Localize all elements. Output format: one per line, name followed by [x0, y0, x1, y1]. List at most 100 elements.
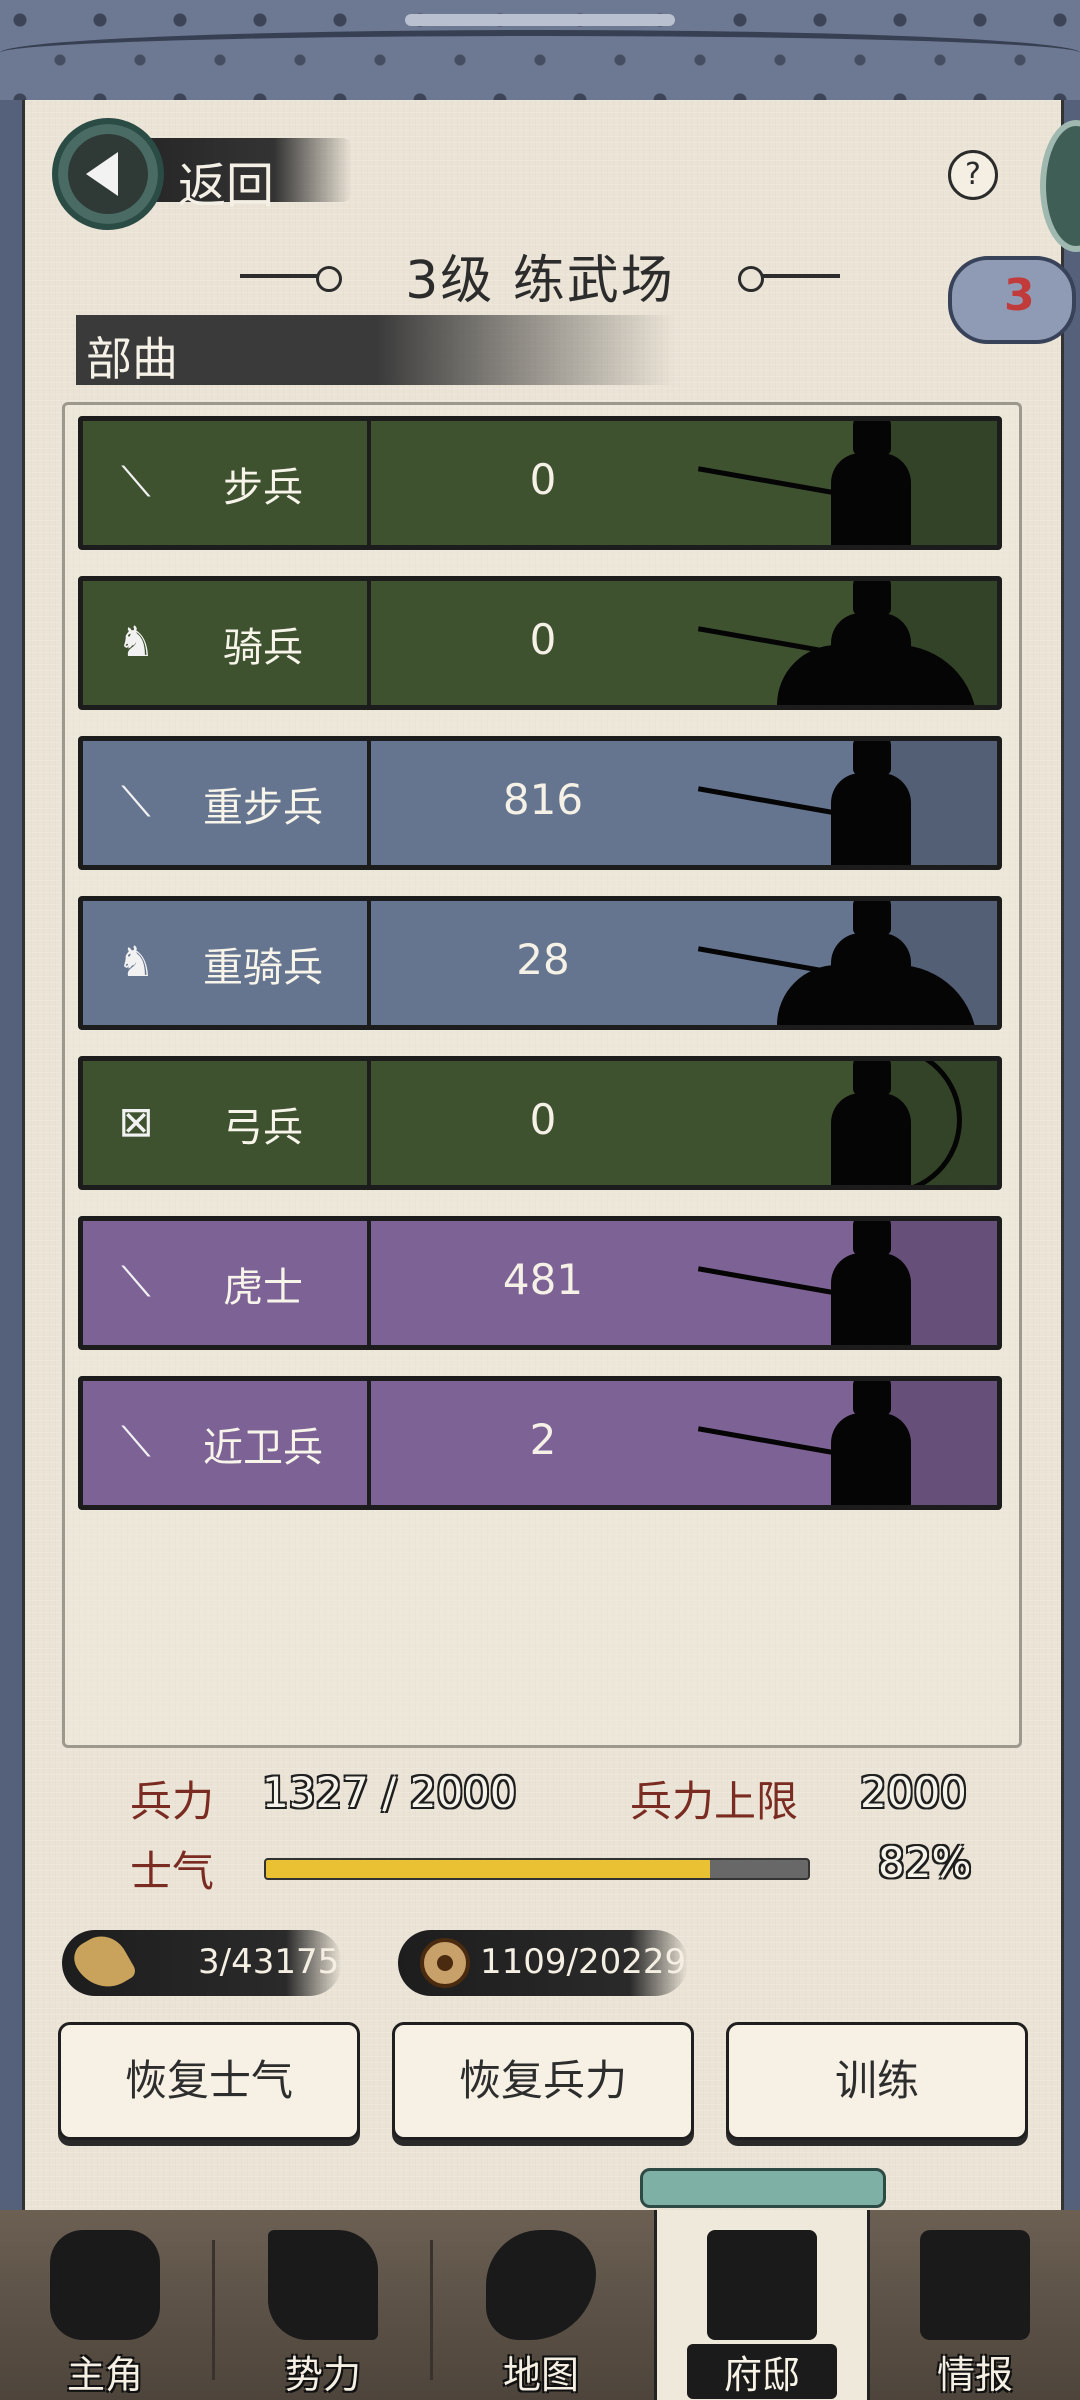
troop-silhouette: [697, 901, 977, 1025]
morale-bar: [264, 1858, 810, 1880]
troop-row[interactable]: ⟍ 近卫兵 2: [78, 1376, 1002, 1510]
coin-value: 1109/20229: [480, 1942, 687, 1982]
troop-silhouette: [697, 1381, 927, 1505]
troop-name: 重步兵: [203, 785, 323, 831]
horse-icon: ♞: [117, 617, 155, 666]
troop-silhouette: [697, 1221, 927, 1345]
status-indicator: [405, 14, 675, 26]
nav-tab-hero[interactable]: 主角: [0, 2210, 210, 2400]
banner-icon: [268, 2230, 378, 2340]
silhouette-head: [853, 741, 891, 775]
nav-tab-faction[interactable]: 势力: [218, 2210, 428, 2400]
troop-name: 骑兵: [223, 625, 303, 671]
silhouette-body: [831, 1253, 911, 1345]
silhouette-head: [853, 1221, 891, 1255]
troop-name-cell: ⟍ 近卫兵: [83, 1381, 371, 1505]
troop-row[interactable]: ♞ 重骑兵 28: [78, 896, 1002, 1030]
silhouette-body: [831, 613, 911, 705]
troop-name-cell: ⟍ 重步兵: [83, 741, 371, 865]
vine-ornament: [0, 30, 1080, 76]
nav-label-map: 地图: [502, 2353, 579, 2397]
troop-silhouette: [697, 741, 927, 865]
troop-count: 0: [529, 455, 557, 504]
grain-resource: 3/43175: [62, 1927, 342, 1999]
title-ornament-right: [738, 266, 840, 292]
troop-row[interactable]: ⟍ 步兵 0: [78, 416, 1002, 550]
silhouette-body: [831, 453, 911, 545]
troop-count: 0: [529, 1095, 557, 1144]
troop-name-cell: ⟍ 步兵: [83, 421, 371, 545]
coin-icon: [420, 1938, 470, 1988]
troop-name-cell: ⟍ 虎士: [83, 1221, 371, 1345]
silhouette-head: [853, 1381, 891, 1415]
force-cap-label: 兵力上限: [630, 1777, 799, 1826]
nav-label-hero: 主角: [66, 2353, 143, 2397]
bottom-nav: 主角 势力 地图 府邸 情报: [0, 2210, 1080, 2400]
troop-row[interactable]: ⟍ 重步兵 816: [78, 736, 1002, 870]
troop-count: 2: [529, 1415, 557, 1464]
back-button[interactable]: 返回: [52, 118, 352, 230]
troop-row[interactable]: ⊠ 弓兵 0: [78, 1056, 1002, 1190]
help-icon[interactable]: ?: [948, 150, 998, 200]
mansion-icon: [707, 2230, 817, 2340]
troop-name: 虎士: [223, 1265, 303, 1311]
troop-name: 步兵: [223, 465, 303, 511]
back-label: 返回: [178, 158, 275, 214]
troop-name: 弓兵: [223, 1105, 303, 1151]
stats-panel: 兵力 1327 / 2000 兵力上限 2000 士气 82%: [130, 1768, 971, 1896]
nav-label-faction: 势力: [284, 2353, 361, 2397]
coin-resource: 1109/20229: [398, 1930, 688, 1996]
troop-name-cell: ♞ 骑兵: [83, 581, 371, 705]
left-border: [0, 100, 22, 2210]
troop-name: 近卫兵: [203, 1425, 323, 1471]
troop-silhouette: [697, 421, 927, 545]
horse-icon: ♞: [117, 937, 155, 986]
silhouette-body: [831, 1413, 911, 1505]
force-label: 兵力: [130, 1777, 215, 1826]
troop-name: 重骑兵: [203, 945, 323, 991]
silhouette-head: [853, 581, 891, 615]
nav-tab-mansion[interactable]: 府邸: [654, 2210, 870, 2400]
grain-icon: [67, 1927, 139, 1999]
morale-fill: [266, 1860, 711, 1878]
force-value: 1327 / 2000: [262, 1768, 517, 1817]
force-cap-value: 2000: [860, 1768, 967, 1817]
troop-name-cell: ⊠ 弓兵: [83, 1061, 371, 1185]
silhouette-head: [853, 901, 891, 935]
spear-icon: ⟍: [121, 777, 151, 826]
nav-divider: [212, 2240, 215, 2380]
silhouette-body: [831, 773, 911, 865]
nav-label-mansion: 府邸: [687, 2344, 837, 2399]
restore-force-button[interactable]: 恢复兵力: [392, 2022, 694, 2140]
back-arrow-icon: [52, 118, 164, 230]
nav-divider: [430, 2240, 433, 2380]
troop-silhouette: [697, 581, 977, 705]
restore-morale-button[interactable]: 恢复士气: [58, 2022, 360, 2140]
spear-icon: ⟍: [121, 457, 151, 506]
troop-count: 816: [502, 775, 584, 824]
map-icon: [486, 2230, 596, 2340]
troop-count: 0: [529, 615, 557, 664]
bow-icon: ⊠: [118, 1097, 154, 1146]
troop-silhouette: [817, 1061, 962, 1185]
spear-icon: ⟍: [121, 1417, 151, 1466]
section-label: 部曲: [86, 332, 178, 386]
troop-count: 28: [516, 935, 570, 984]
troop-row[interactable]: ⟍ 虎士 481: [78, 1216, 1002, 1350]
nav-tab-map[interactable]: 地图: [436, 2210, 646, 2400]
hero-icon: [50, 2230, 160, 2340]
troop-row[interactable]: ♞ 骑兵 0: [78, 576, 1002, 710]
grain-value: 3/43175: [198, 1942, 340, 1982]
page-title: 3级 练武场: [405, 251, 675, 311]
nav-tab-intel[interactable]: 情报: [870, 2210, 1080, 2400]
silhouette-body: [831, 933, 911, 1025]
morale-label: 士气: [130, 1847, 215, 1896]
morale-value: 82%: [878, 1838, 972, 1887]
silhouette-head: [853, 421, 891, 455]
spear-icon: ⟍: [121, 1257, 151, 1306]
troop-count: 481: [502, 1255, 584, 1304]
train-button[interactable]: 训练: [726, 2022, 1028, 2140]
section-tag: 部曲: [76, 315, 676, 386]
active-tab-scroll-ornament: [640, 2168, 886, 2208]
nav-label-intel: 情报: [936, 2353, 1013, 2397]
